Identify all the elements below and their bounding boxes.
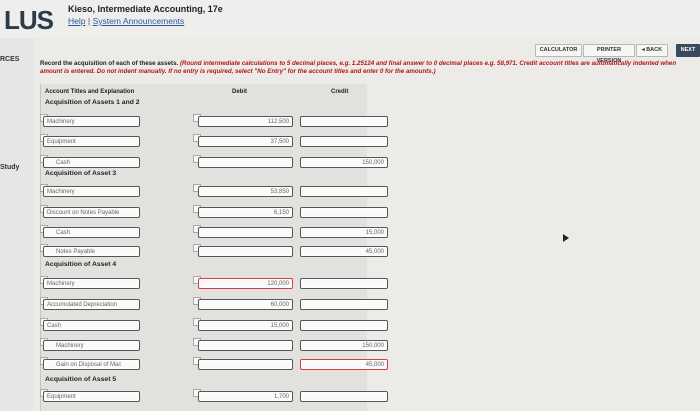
link-separator: |: [87, 16, 91, 26]
account-field[interactable]: Machinery: [43, 340, 140, 351]
credit-field[interactable]: [300, 320, 388, 331]
sidebar: RCES Study: [0, 38, 35, 411]
debit-field[interactable]: [198, 340, 293, 351]
section-title: Acquisition of Asset 3: [45, 170, 117, 177]
account-field[interactable]: Equipment: [43, 391, 140, 402]
debit-field[interactable]: 120,000: [198, 278, 293, 289]
account-field[interactable]: Accumulated Depreciation: [43, 299, 140, 310]
account-field[interactable]: Machinery: [43, 116, 140, 127]
debit-field[interactable]: [198, 246, 293, 257]
sidebar-resources-label[interactable]: RCES: [0, 56, 19, 63]
credit-field[interactable]: [300, 186, 388, 197]
credit-field[interactable]: 15,000: [300, 227, 388, 238]
instructions-intro: Record the acquisition of each of these …: [40, 60, 180, 67]
credit-field[interactable]: 45,000: [300, 246, 388, 257]
credit-field[interactable]: [300, 116, 388, 127]
debit-field[interactable]: 112,500: [198, 116, 293, 127]
debit-field[interactable]: 6,150: [198, 207, 293, 218]
account-field[interactable]: Cash: [43, 227, 140, 238]
header-links: Help | System Announcements: [68, 16, 184, 26]
credit-field[interactable]: 45,000: [300, 359, 388, 370]
debit-field[interactable]: 60,000: [198, 299, 293, 310]
credit-field[interactable]: [300, 391, 388, 402]
account-field[interactable]: Cash: [43, 157, 140, 168]
account-field[interactable]: Equipment: [43, 136, 140, 147]
credit-column-header: Credit: [331, 89, 349, 95]
credit-field[interactable]: 150,000: [300, 340, 388, 351]
book-title: Kieso, Intermediate Accounting, 17e: [68, 4, 223, 14]
credit-field[interactable]: 150,000: [300, 157, 388, 168]
account-field[interactable]: Notes Payable: [43, 246, 140, 257]
account-column-header: Account Titles and Explanation: [45, 89, 135, 95]
debit-field[interactable]: 37,500: [198, 136, 293, 147]
instructions: Record the acquisition of each of these …: [40, 60, 690, 76]
top-bar: LUS Kieso, Intermediate Accounting, 17e …: [0, 0, 700, 38]
debit-field[interactable]: [198, 157, 293, 168]
section-title: Acquisition of Assets 1 and 2: [45, 99, 140, 106]
system-announcements-link[interactable]: System Announcements: [93, 16, 185, 26]
section-title: Acquisition of Asset 4: [45, 261, 117, 268]
sidebar-study-label[interactable]: Study: [0, 164, 19, 171]
credit-field[interactable]: [300, 278, 388, 289]
mouse-pointer-icon: [563, 234, 569, 242]
logo: LUS: [4, 5, 54, 35]
account-field[interactable]: Machinery: [43, 278, 140, 289]
account-field[interactable]: Gain on Disposal of Mac: [43, 359, 140, 370]
account-field[interactable]: Discount on Notes Payable: [43, 207, 140, 218]
debit-column-header: Debit: [232, 89, 247, 95]
account-field[interactable]: Machinery: [43, 186, 140, 197]
credit-field[interactable]: [300, 207, 388, 218]
account-field[interactable]: Cash: [43, 320, 140, 331]
printer-version-button[interactable]: PRINTER VERSION: [583, 44, 635, 64]
next-button[interactable]: NEXT: [676, 44, 700, 57]
credit-field[interactable]: [300, 299, 388, 310]
debit-field[interactable]: 15,000: [198, 320, 293, 331]
section-title: Acquisition of Asset 5: [45, 376, 117, 383]
credit-field[interactable]: [300, 136, 388, 147]
debit-field[interactable]: 1,700: [198, 391, 293, 402]
debit-field[interactable]: 53,850: [198, 186, 293, 197]
back-button[interactable]: ◂ BACK: [636, 44, 668, 57]
debit-field[interactable]: [198, 359, 293, 370]
calculator-button[interactable]: CALCULATOR: [535, 44, 582, 57]
help-link[interactable]: Help: [68, 16, 85, 26]
debit-field[interactable]: [198, 227, 293, 238]
